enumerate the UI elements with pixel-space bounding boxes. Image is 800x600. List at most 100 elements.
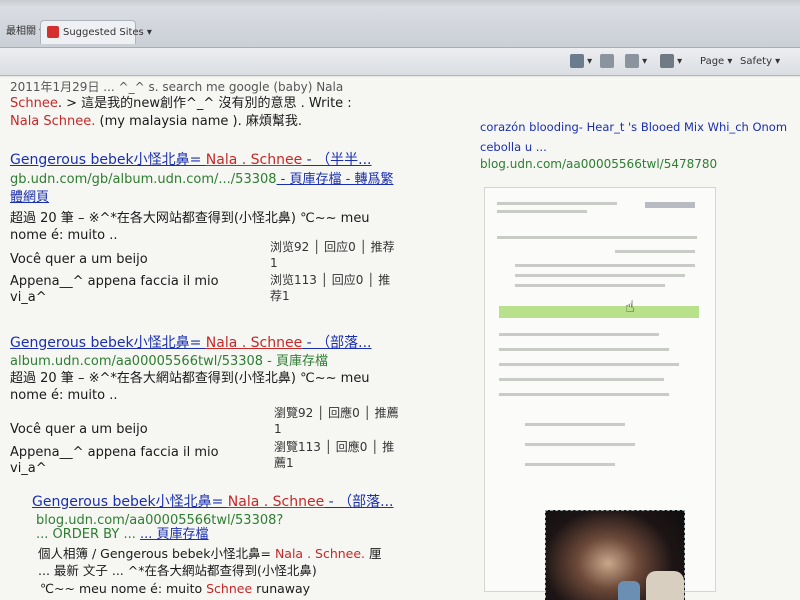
result-snippet-text: runaway [252,581,311,596]
preview-line [525,423,625,426]
result-highlight: Schnee [10,96,58,111]
result-snippet: ... 最新 文子 ... ^*在各大網站都查得到(小怪北鼻) [38,563,317,578]
preview-line [615,250,695,253]
result-snippet: 個人相簿 / Gengerous bebek小怪北鼻= Nala . Schne… [38,546,382,562]
photo-detail [618,581,640,600]
sidebar-subtitle-link[interactable]: cebolla u ... [480,140,547,154]
result-snippet: ℃~~ meu nome é: muito Schnee runaway [40,581,310,597]
preview-line [497,210,587,213]
result-snippet-text: 個人相簿 / Gengerous bebek小怪北鼻= [38,546,275,561]
preview-highlight-bar [499,306,699,318]
result-title-link[interactable]: Gengerous bebek小怪北鼻= Nala . Schnee - （半半… [10,152,372,168]
result-snippet: 超過 20 筆 – ※^*在各大网站都查得到(小怪北鼻) ℃~~ meu [10,211,370,226]
preview-line [515,274,685,277]
preview-box [645,202,695,208]
result-url[interactable]: gb.udn.com/gb/album.udn.com/.../53308 - … [10,172,393,188]
suggested-sites-icon [47,26,59,38]
preview-line [497,236,697,239]
result-snippet: Você quer a um beijo [10,422,148,437]
mail-icon [625,54,639,68]
result-title-link[interactable]: Gengerous bebek小怪北鼻= Nala . Schnee - （部落… [32,494,394,510]
preview-line [497,202,617,205]
result-highlight: Nala . Schnee [205,335,303,351]
result-title-text: Gengerous bebek小怪北鼻= [32,494,228,510]
command-toolbar: ▾ ▾ ▾ Page ▾ Safety ▾ [0,48,800,76]
result-title-text: Gengerous bebek小怪北鼻= [10,152,206,168]
result-header-line: Schnee. > 這是我的new創作^_^ 沒有別的意思 . Write : [10,96,352,112]
result-stat: 1 [270,256,278,270]
search-results: 2011年1月29日 ... ^_^ s. search me google (… [10,77,470,600]
result-stat: 浏览113 │ 回应0 │ 推 [270,273,391,287]
tab-favorites-label: 最相關 ▾ [6,26,45,37]
result-stat: 瀏覽113 │ 回應0 │ 推 [274,440,395,454]
sidebar-title-link[interactable]: corazón blooding- Hear_t 's Blooed Mix W… [480,120,787,134]
result-snippet: nome é: muito .. [10,228,118,243]
result-stat: 浏览92 │ 回应0 │ 推荐 [270,240,395,254]
result-title-link[interactable]: Gengerous bebek小怪北鼻= Nala . Schnee - （部落… [10,335,372,351]
result-header-text: 2011年1月29日 ... ^_^ s. search me google (… [10,80,344,94]
preview-line [499,348,669,351]
result-header-line: 2011年1月29日 ... ^_^ s. search me google (… [10,79,343,95]
cached-link[interactable]: ... 頁庫存檔 [140,527,209,542]
result-highlight: Nala . Schnee. [274,546,366,561]
result-highlight: Schnee [206,581,253,596]
result-snippet-text: ℃~~ meu nome é: muito [40,581,207,596]
home-button[interactable]: ▾ [570,54,592,70]
result-url[interactable]: album.udn.com/aa00005566twl/53308 - 頁庫存檔 [10,354,328,370]
result-title-text: - （部落... [324,494,394,510]
cached-link[interactable]: 體網頁 [10,190,49,205]
result-title-text: - （半半... [302,152,372,168]
result-highlight: Nala . Schnee [227,494,325,510]
tab-bar: 最相關 ▾ Suggested Sites ▾ [0,8,800,48]
result-snippet: vi_a^ [10,290,47,305]
page-menu[interactable]: Page ▾ [700,54,732,70]
preview-line [525,463,615,466]
result-snippet: Appena__^ appena faccia il mio [10,274,219,289]
home-icon [570,54,584,68]
result-stat: 荐1 [270,289,290,303]
result-snippet: Você quer a um beijo [10,252,148,267]
tab-suggested-sites-label: Suggested Sites ▾ [63,27,152,38]
result-title-text: Gengerous bebek小怪北鼻= [10,335,206,351]
result-url-text: blog.udn.com/aa00005566twl/53308? [36,513,284,528]
result-stat: 1 [274,422,282,436]
result-highlight: Nala Schnee. [10,114,96,129]
mail-button[interactable]: ▾ [625,54,647,70]
result-snippet: nome é: muito .. [10,388,118,403]
preview-line [499,378,664,381]
result-header-line: Nala Schnee. (my malaysia name ). 麻煩幫我. [10,114,302,130]
tab-suggested-sites[interactable]: Suggested Sites ▾ [40,20,152,44]
page-content: 2011年1月29日 ... ^_^ s. search me google (… [0,77,800,600]
feeds-icon [600,54,614,68]
preview-line [515,264,695,267]
safety-menu[interactable]: Safety ▾ [740,54,780,70]
profile-photo [545,510,685,600]
feeds-button[interactable] [600,54,614,70]
cached-link[interactable]: - 頁庫存檔 - 轉爲繁 [277,172,394,187]
result-snippet: vi_a^ [10,461,47,476]
preview-line [515,284,665,287]
result-url[interactable]: 體網頁 [10,190,49,206]
result-stat: 瀏覽92 │ 回應0 │ 推薦 [274,406,399,420]
tab-favorites[interactable]: 最相關 ▾ [0,20,44,44]
result-title-text: - （部落... [302,335,372,351]
print-button[interactable]: ▾ [660,54,682,70]
result-header-text: . > 這是我的new創作^_^ 沒有別的意思 . Write : [57,96,352,111]
result-url-text: album.udn.com/aa00005566twl/53308 - 頁庫存檔 [10,354,329,369]
sidebar-url[interactable]: blog.udn.com/aa00005566twl/5478780 [480,157,717,171]
top-strip [0,0,800,8]
print-icon [660,54,674,68]
result-header-text: (my malaysia name ). 麻煩幫我. [95,114,302,129]
page-menu-label: Page ▾ [700,56,733,67]
result-stat: 薦1 [274,456,294,470]
hand-cursor-icon: ☝ [625,297,635,316]
result-url[interactable]: ... ORDER BY ... ... 頁庫存檔 [36,527,209,543]
safety-menu-label: Safety ▾ [740,56,781,67]
result-url-text: gb.udn.com/gb/album.udn.com/.../53308 [10,172,277,187]
preview-line [525,443,635,446]
preview-line [499,393,669,396]
page-preview-thumbnail[interactable]: ☝ [484,187,716,600]
result-snippet: Appena__^ appena faccia il mio [10,445,219,460]
photo-detail [646,571,684,600]
result-url-text: ... ORDER BY ... [36,527,136,542]
